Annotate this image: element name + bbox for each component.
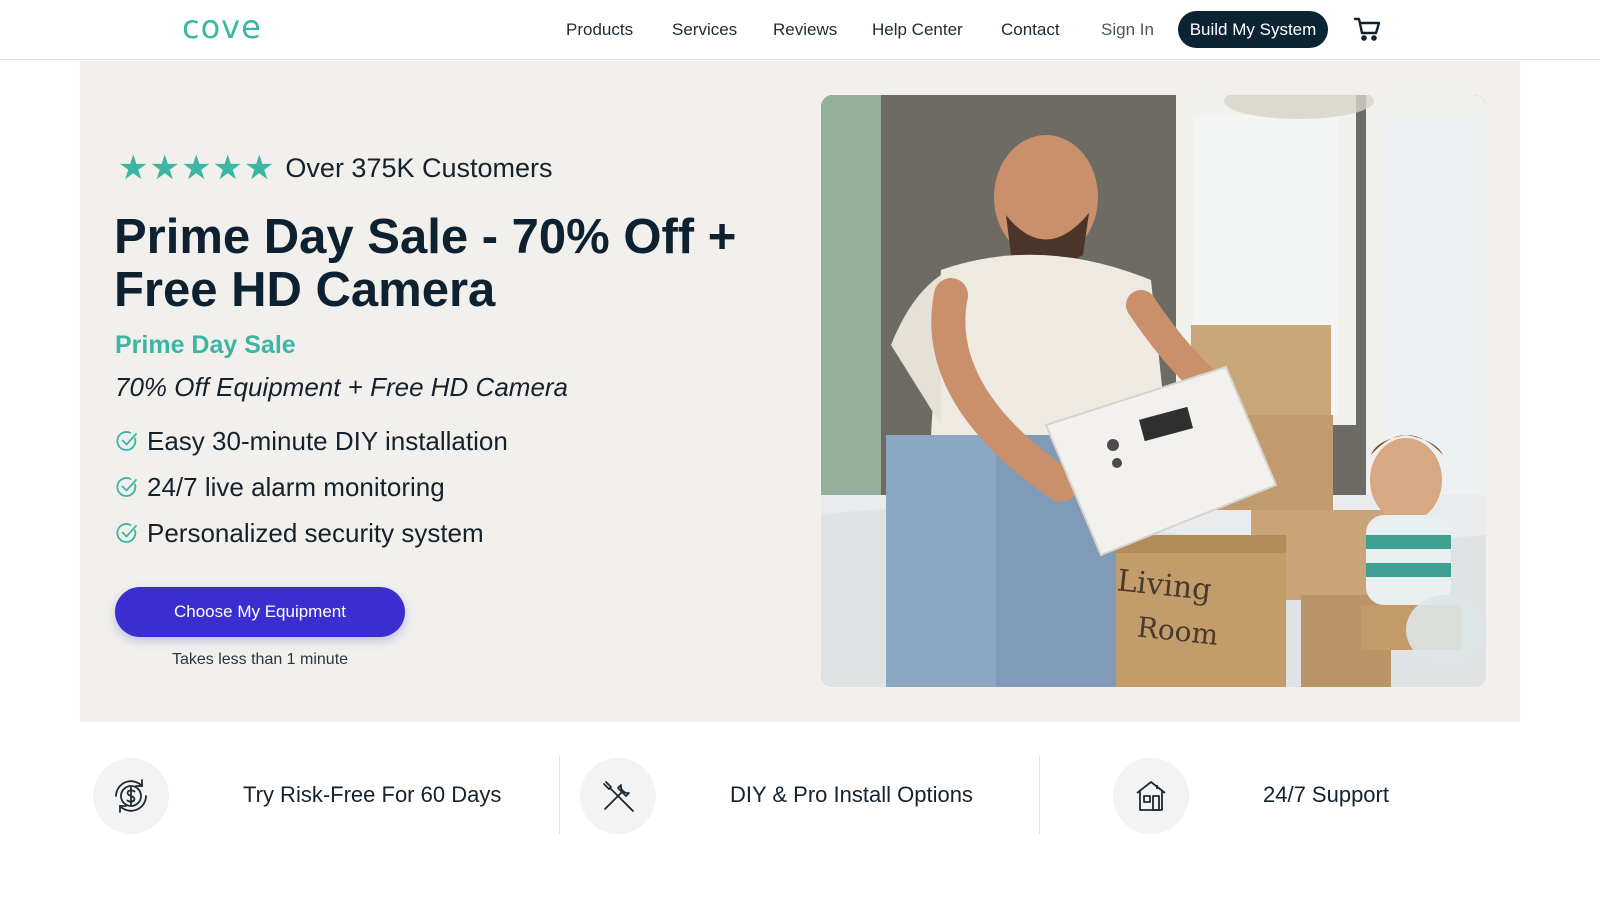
nav-link-services[interactable]: Services [672, 20, 737, 40]
customer-count-text: Over 375K Customers [285, 152, 553, 183]
check-circle-icon [116, 431, 137, 451]
nav-link-contact[interactable]: Contact [1001, 20, 1060, 40]
offer-text: 70% Off Equipment + Free HD Camera [115, 372, 569, 402]
star-icon: ★ [212, 148, 243, 188]
benefit-label: DIY & Pro Install Options [730, 782, 973, 807]
benefit-install-options: DIY & Pro Install Options [580, 758, 1000, 834]
customer-rating: ★ ★ ★ ★ ★ Over 375K Customers [118, 151, 553, 185]
star-icon: ★ [243, 148, 275, 188]
sale-subheading: Prime Day Sale [115, 331, 296, 359]
feature-text: 24/7 live alarm monitoring [147, 471, 445, 502]
feature-item: Personalized security system [115, 510, 508, 556]
nav-contact-wrap: Contact [1001, 0, 1060, 59]
feature-text: Personalized security system [147, 517, 484, 548]
nav-signin-wrap: Sign In [1101, 0, 1154, 59]
check-circle-icon [116, 523, 137, 543]
build-my-system-button[interactable]: Build My System [1178, 11, 1328, 48]
benefit-risk-free: Try Risk-Free For 60 Days [93, 758, 543, 834]
benefit-divider [559, 756, 560, 834]
feature-item: 24/7 live alarm monitoring [115, 464, 508, 510]
star-icon: ★ [149, 148, 180, 188]
money-back-icon [93, 758, 169, 834]
site-header: cove Products Services Reviews Help Cent… [0, 0, 1600, 60]
nav-services-wrap: Services [672, 0, 737, 59]
feature-item: Easy 30-minute DIY installation [115, 418, 508, 464]
benefit-support: 24/7 Support [1113, 758, 1513, 834]
check-circle-icon [116, 477, 137, 497]
benefit-divider [1039, 756, 1040, 834]
feature-list: Easy 30-minute DIY installation 24/7 liv… [115, 418, 508, 556]
cove-logo[interactable]: cove [182, 8, 262, 46]
nav-link-products[interactable]: Products [566, 20, 633, 40]
tools-icon [580, 758, 656, 834]
rating-stars: ★ ★ ★ ★ ★ [118, 151, 274, 185]
hero-headline: Prime Day Sale - 70% Off + Free HD Camer… [114, 210, 737, 317]
nav-products-wrap: Products [566, 0, 633, 59]
cta-note: Takes less than 1 minute [171, 651, 349, 668]
nav-reviews-wrap: Reviews [773, 0, 837, 59]
choose-equipment-button[interactable]: Choose My Equipment [115, 587, 405, 637]
house-icon [1113, 758, 1189, 834]
cart-icon[interactable] [1353, 16, 1381, 42]
benefit-label: 24/7 Support [1263, 782, 1389, 807]
star-icon: ★ [180, 148, 212, 188]
feature-text: Easy 30-minute DIY installation [147, 425, 508, 456]
star-icon: ★ [118, 148, 149, 188]
nav-link-help-center[interactable]: Help Center [872, 20, 963, 40]
benefit-label: Try Risk-Free For 60 Days [243, 782, 502, 807]
hero-photo: Living Room [821, 95, 1486, 687]
hero-section: ★ ★ ★ ★ ★ Over 375K Customers Prime Day … [80, 61, 1520, 722]
nav-help-wrap: Help Center [872, 0, 963, 59]
benefits-bar: Try Risk-Free For 60 Days DIY & Pro Inst… [80, 740, 1520, 850]
sign-in-link[interactable]: Sign In [1101, 20, 1154, 40]
nav-link-reviews[interactable]: Reviews [773, 20, 837, 40]
